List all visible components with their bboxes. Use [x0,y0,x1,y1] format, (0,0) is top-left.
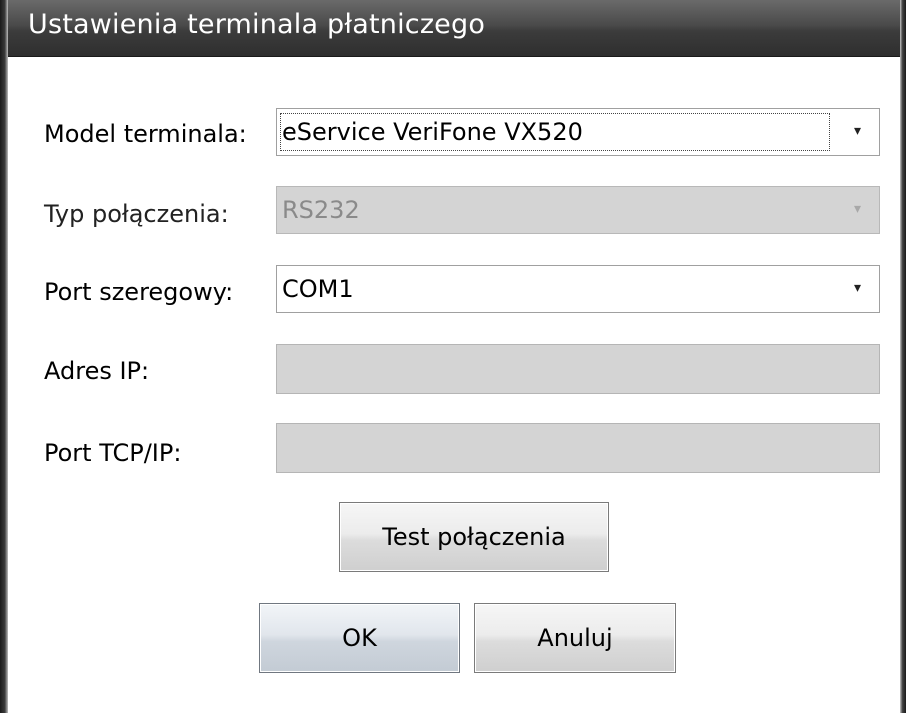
ok-label: OK [342,624,377,652]
connection-type-dropdown[interactable]: RS232 ▾ [276,186,880,234]
terminal-settings-dialog: Ustawienia terminala płatniczego Model t… [0,0,906,713]
chevron-down-icon[interactable]: ▾ [854,280,861,296]
serial-port-label: Port szeregowy: [44,278,234,306]
model-label: Model terminala: [44,120,247,148]
serial-port-dropdown[interactable]: COM1 ▾ [276,265,880,313]
chevron-down-icon[interactable]: ▾ [854,123,861,139]
ip-address-label: Adres IP: [44,357,150,385]
test-connection-label: Test połączenia [382,523,566,551]
cancel-button[interactable]: Anuluj [474,603,676,673]
connection-type-label: Typ połączenia: [44,200,229,228]
ok-button[interactable]: OK [259,603,460,673]
window-title: Ustawienia terminala płatniczego [28,9,486,40]
test-connection-button[interactable]: Test połączenia [339,502,609,572]
serial-port-value: COM1 [282,275,354,303]
window-left-border [0,0,8,713]
model-dropdown[interactable]: eService VeriFone VX520 ▾ [276,108,880,156]
window-right-border [900,0,906,713]
ip-address-field[interactable] [276,344,880,394]
model-value: eService VeriFone VX520 [282,118,583,146]
tcp-port-label: Port TCP/IP: [44,439,182,467]
connection-type-value: RS232 [282,196,360,224]
title-bar[interactable]: Ustawienia terminala płatniczego [8,0,900,57]
tcp-port-field[interactable] [276,423,880,473]
cancel-label: Anuluj [537,624,613,652]
chevron-down-icon[interactable]: ▾ [854,201,861,217]
